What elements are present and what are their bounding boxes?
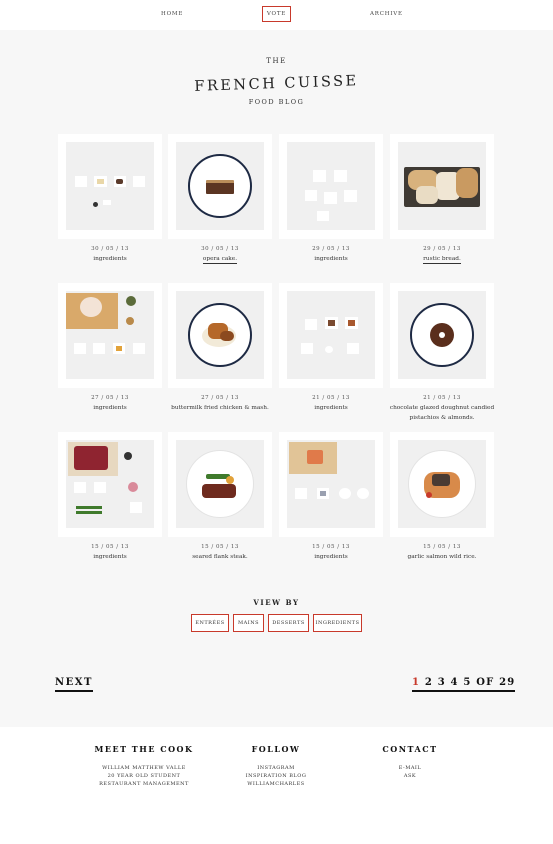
williamcharles-link[interactable]: WILLIAMCHARLES — [226, 780, 326, 788]
post-photo-rustic-bread — [398, 142, 486, 230]
post-card[interactable]: 29 / 05 / 13 ingredients — [279, 134, 383, 262]
post-photo-ingredients — [287, 291, 375, 379]
post-card[interactable]: 27 / 05 / 13 buttermilk fried chicken & … — [168, 283, 272, 411]
nav-vote-link[interactable]: VOTE — [262, 6, 291, 22]
post-date: 30 / 05 / 13 — [91, 246, 129, 252]
ask-link[interactable]: ASK — [370, 772, 450, 780]
footer: MEET THE COOK WILLIAM MATTHEW VALLE 20 Y… — [0, 727, 553, 844]
post-card[interactable]: 29 / 05 / 13 rustic bread. — [390, 134, 494, 264]
post-caption[interactable]: garlic salmon wild rice. — [387, 553, 497, 563]
footer-meet-heading: MEET THE COOK — [94, 744, 194, 754]
instagram-link[interactable]: INSTAGRAM — [226, 764, 326, 772]
filter-entrees-button[interactable]: ENTRÉES — [191, 614, 229, 632]
post-caption[interactable]: ingredients — [55, 255, 165, 265]
post-photo-doughnut — [398, 291, 486, 379]
post-photo-ingredients — [66, 440, 154, 528]
post-photo-fried-chicken — [176, 291, 264, 379]
filter-mains-button[interactable]: MAINS — [233, 614, 264, 632]
nav-archive-link[interactable]: ARCHIVE — [370, 11, 403, 17]
post-caption[interactable]: chocolate glazed doughnut candied pistac… — [387, 404, 497, 423]
footer-meet-text: WILLIAM MATTHEW VALLE 20 YEAR OLD STUDEN… — [99, 765, 189, 787]
footer-follow-links: INSTAGRAM INSPIRATION BLOG WILLIAMCHARLE… — [226, 764, 326, 788]
post-date: 15 / 05 / 13 — [312, 544, 350, 550]
post-card[interactable]: 27 / 05 / 13 ingredients — [58, 283, 162, 411]
email-link[interactable]: E-MAIL — [370, 764, 450, 772]
footer-contact-links: E-MAIL ASK — [370, 764, 450, 780]
post-caption[interactable]: buttermilk fried chicken & mash. — [165, 404, 275, 414]
post-date: 15 / 05 / 13 — [423, 544, 461, 550]
post-photo-opera-cake — [176, 142, 264, 230]
post-photo-ingredients — [287, 440, 375, 528]
post-card[interactable]: 15 / 05 / 13 ingredients — [279, 432, 383, 560]
post-date: 30 / 05 / 13 — [201, 246, 239, 252]
post-date: 15 / 05 / 13 — [201, 544, 239, 550]
post-card[interactable]: 15 / 05 / 13 seared flank steak. — [168, 432, 272, 560]
filter-desserts-button[interactable]: DESSERTS — [268, 614, 309, 632]
nav-home-link[interactable]: HOME — [161, 11, 183, 17]
next-page-link[interactable]: NEXT — [55, 677, 93, 692]
post-caption[interactable]: ingredients — [276, 255, 386, 265]
inspiration-blog-link[interactable]: INSPIRATION BLOG — [226, 772, 326, 780]
view-by-heading: VIEW BY — [253, 598, 300, 607]
post-date: 21 / 05 / 13 — [312, 395, 350, 401]
post-date: 21 / 05 / 13 — [423, 395, 461, 401]
post-photo-ingredients — [66, 142, 154, 230]
post-card[interactable]: 21 / 05 / 13 ingredients — [279, 283, 383, 411]
site-title[interactable]: FRENCH CUISSE — [0, 66, 553, 101]
post-card[interactable]: 15 / 05 / 13 garlic salmon wild rice. — [390, 432, 494, 560]
post-card[interactable]: 21 / 05 / 13 chocolate glazed doughnut c… — [390, 283, 494, 421]
top-nav: HOME VOTE ARCHIVE — [0, 0, 553, 30]
page-numbers[interactable]: 2 3 4 5 OF 29 — [425, 677, 516, 688]
post-caption[interactable]: rustic bread. — [387, 255, 497, 265]
filter-ingredients-button[interactable]: INGREDIENTS — [313, 614, 362, 632]
post-caption[interactable]: ingredients — [55, 404, 165, 414]
footer-follow-heading: FOLLOW — [251, 744, 301, 754]
footer-contact-heading: CONTACT — [382, 744, 438, 754]
current-page[interactable]: 1 — [412, 677, 420, 688]
pagination[interactable]: 1 2 3 4 5 OF 29 — [412, 677, 516, 692]
header-the: THE — [266, 57, 287, 65]
post-date: 29 / 05 / 13 — [312, 246, 350, 252]
post-card[interactable]: 30 / 05 / 13 ingredients — [58, 134, 162, 262]
post-photo-garlic-salmon — [398, 440, 486, 528]
post-caption[interactable]: ingredients — [276, 404, 386, 414]
post-date: 27 / 05 / 13 — [91, 395, 129, 401]
post-date: 15 / 05 / 13 — [91, 544, 129, 550]
post-caption[interactable]: ingredients — [276, 553, 386, 563]
post-caption[interactable]: opera cake. — [165, 255, 275, 265]
post-card[interactable]: 30 / 05 / 13 opera cake. — [168, 134, 272, 264]
post-photo-ingredients — [66, 291, 154, 379]
post-date: 27 / 05 / 13 — [201, 395, 239, 401]
post-card[interactable]: 15 / 05 / 13 ingredients — [58, 432, 162, 560]
post-photo-flank-steak — [176, 440, 264, 528]
post-caption[interactable]: ingredients — [55, 553, 165, 563]
site-subtitle: FOOD BLOG — [248, 98, 305, 106]
post-photo-ingredients — [287, 142, 375, 230]
post-date: 29 / 05 / 13 — [423, 246, 461, 252]
post-caption[interactable]: seared flank steak. — [165, 553, 275, 563]
